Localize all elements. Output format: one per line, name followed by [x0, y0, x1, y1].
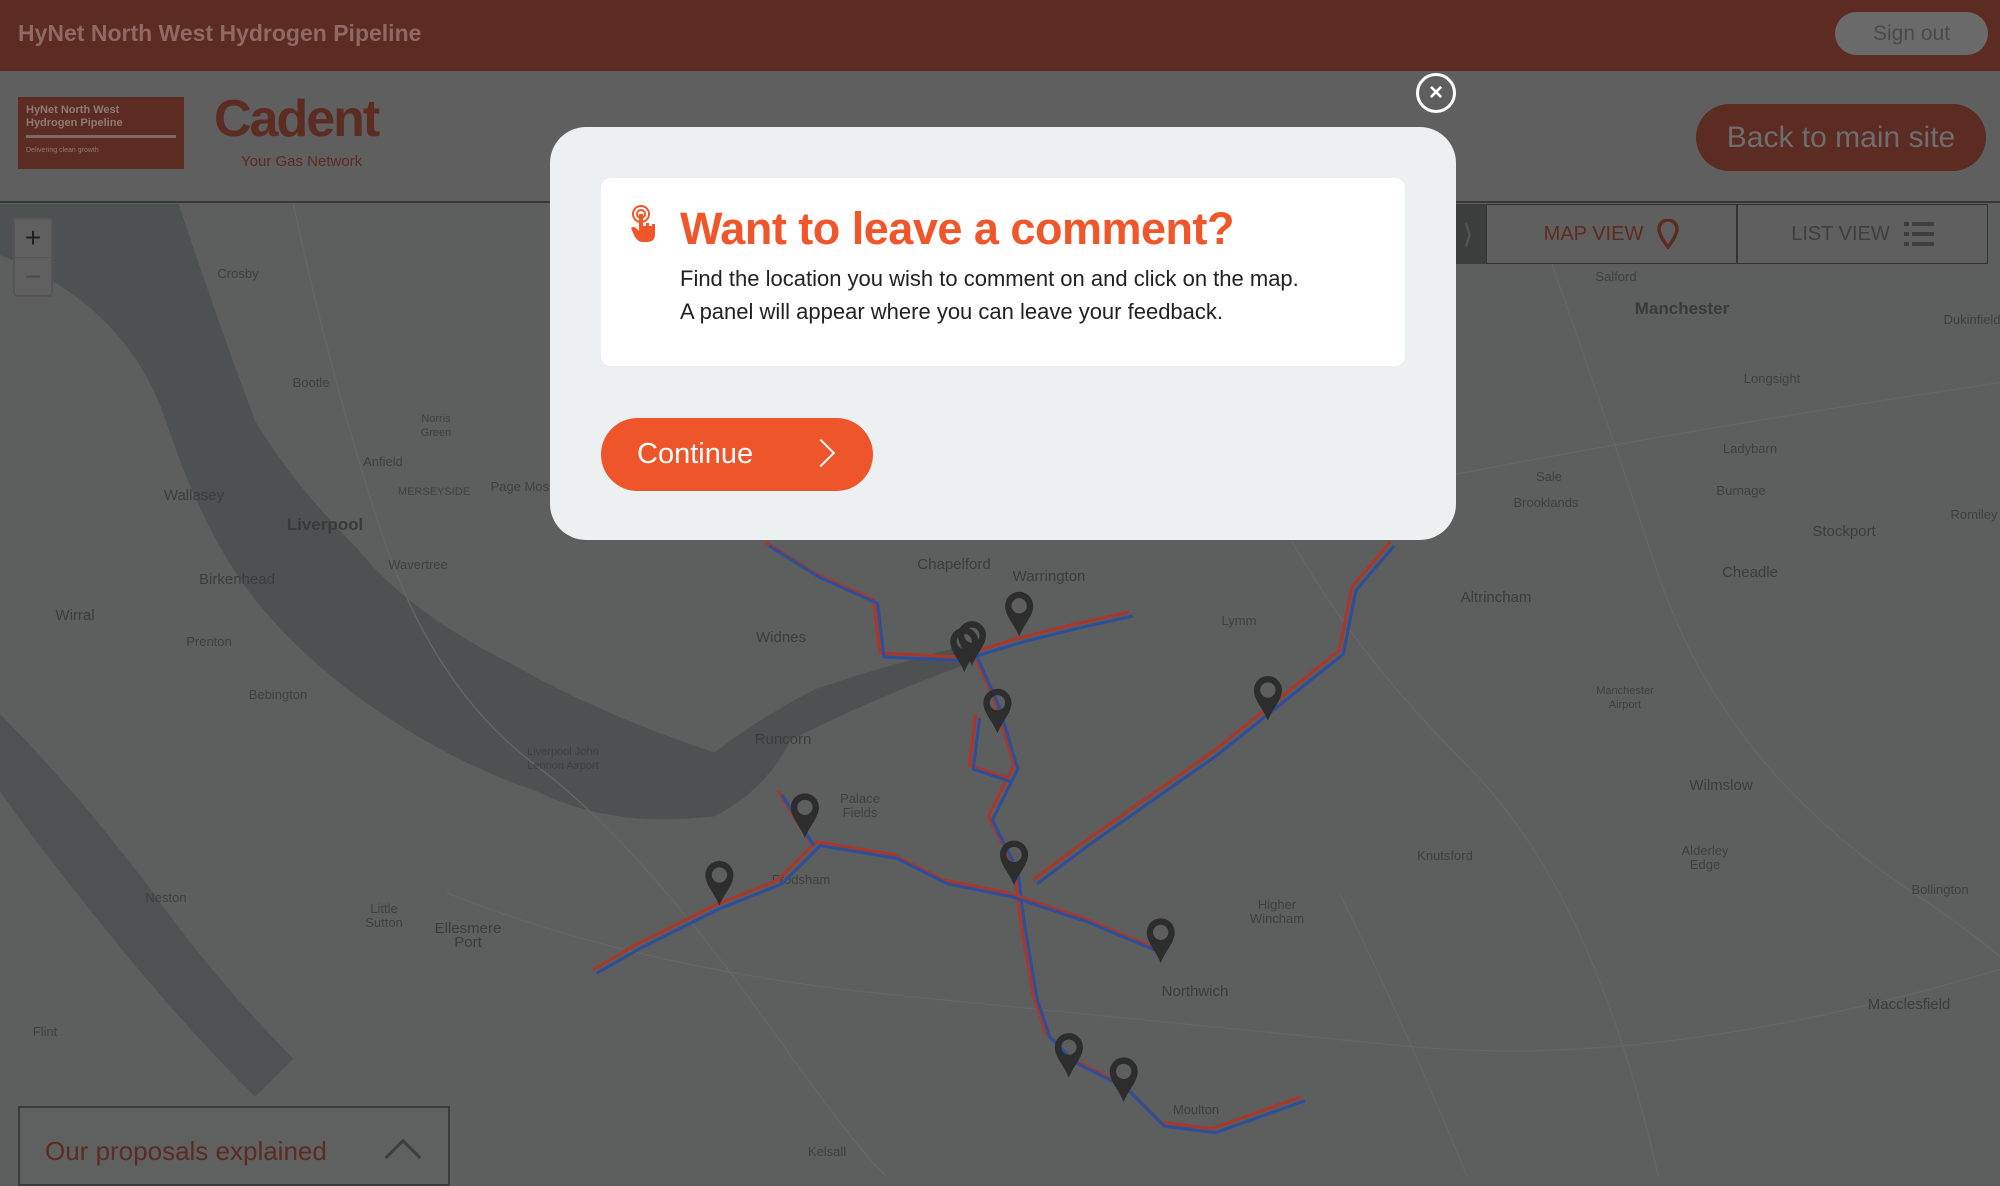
logo-divider [26, 135, 176, 138]
site-title: HyNet North West Hydrogen Pipeline [18, 20, 422, 46]
close-modal-button[interactable]: × [1416, 73, 1456, 113]
chevron-right-icon [806, 438, 836, 468]
map-marker-icon[interactable] [983, 688, 1012, 734]
proposals-explained-label: Our proposals explained [45, 1136, 327, 1166]
modal-card: Want to leave a comment? Find the locati… [601, 178, 1405, 366]
tab-list-view[interactable]: LIST VIEW [1737, 204, 1988, 264]
pipeline-route [596, 843, 1166, 975]
zoom-in-button[interactable]: + [15, 219, 51, 257]
hynet-logo[interactable]: HyNet North West Hydrogen Pipeline Delive… [18, 97, 184, 169]
list-icon [1903, 222, 1934, 246]
map-marker-icon[interactable] [1000, 840, 1029, 886]
logo-line1: HyNet North West [26, 104, 120, 116]
modal-instruction-1: Find the location you wish to comment on… [680, 266, 1299, 291]
map-marker-icon[interactable] [1005, 591, 1034, 637]
continue-label: Continue [637, 438, 754, 470]
pipeline-route [592, 840, 1162, 971]
view-tabs: ⟩ MAP VIEW LIST VIEW [1450, 204, 1988, 264]
zoom-out-button[interactable]: − [15, 257, 51, 295]
close-icon: × [1428, 79, 1443, 106]
tap-hand-icon [631, 205, 655, 242]
modal-title: Want to leave a comment? [680, 203, 1234, 254]
modal-instruction-2: A panel will appear where you can leave … [680, 299, 1224, 324]
chevron-up-icon[interactable] [384, 1138, 422, 1176]
logo-tagline: Delivering clean growth [26, 147, 99, 154]
map-marker-icon[interactable] [1146, 918, 1175, 963]
sign-out-button[interactable]: Sign out [1835, 12, 1988, 55]
pipeline-route [1036, 544, 1396, 886]
map-marker-icon[interactable] [1054, 1033, 1083, 1078]
top-bar: HyNet North West Hydrogen Pipeline Sign … [0, 0, 2000, 71]
cadent-tagline: Your Gas Network [241, 153, 363, 170]
back-to-main-site-button[interactable]: Back to main site [1696, 104, 1986, 171]
pipeline-route [764, 540, 1130, 659]
map-marker-icon[interactable] [790, 793, 819, 838]
cadent-logo[interactable]: Cadent [214, 89, 380, 149]
map-pin-icon [1657, 219, 1680, 249]
logo-line2: Hydrogen Pipeline [26, 117, 123, 129]
comment-modal: Want to leave a comment? Find the locati… [550, 127, 1456, 540]
tab-map-view[interactable]: MAP VIEW [1486, 204, 1737, 264]
proposals-explained-panel[interactable]: Our proposals explained [18, 1106, 450, 1186]
tab-list-view-label: LIST VIEW [1791, 222, 1890, 245]
pipeline-route [1032, 541, 1392, 882]
continue-button[interactable]: Continue [601, 418, 873, 491]
pipeline-route [971, 647, 1306, 1135]
zoom-control: + − [13, 217, 53, 297]
tab-map-view-label: MAP VIEW [1543, 222, 1644, 245]
